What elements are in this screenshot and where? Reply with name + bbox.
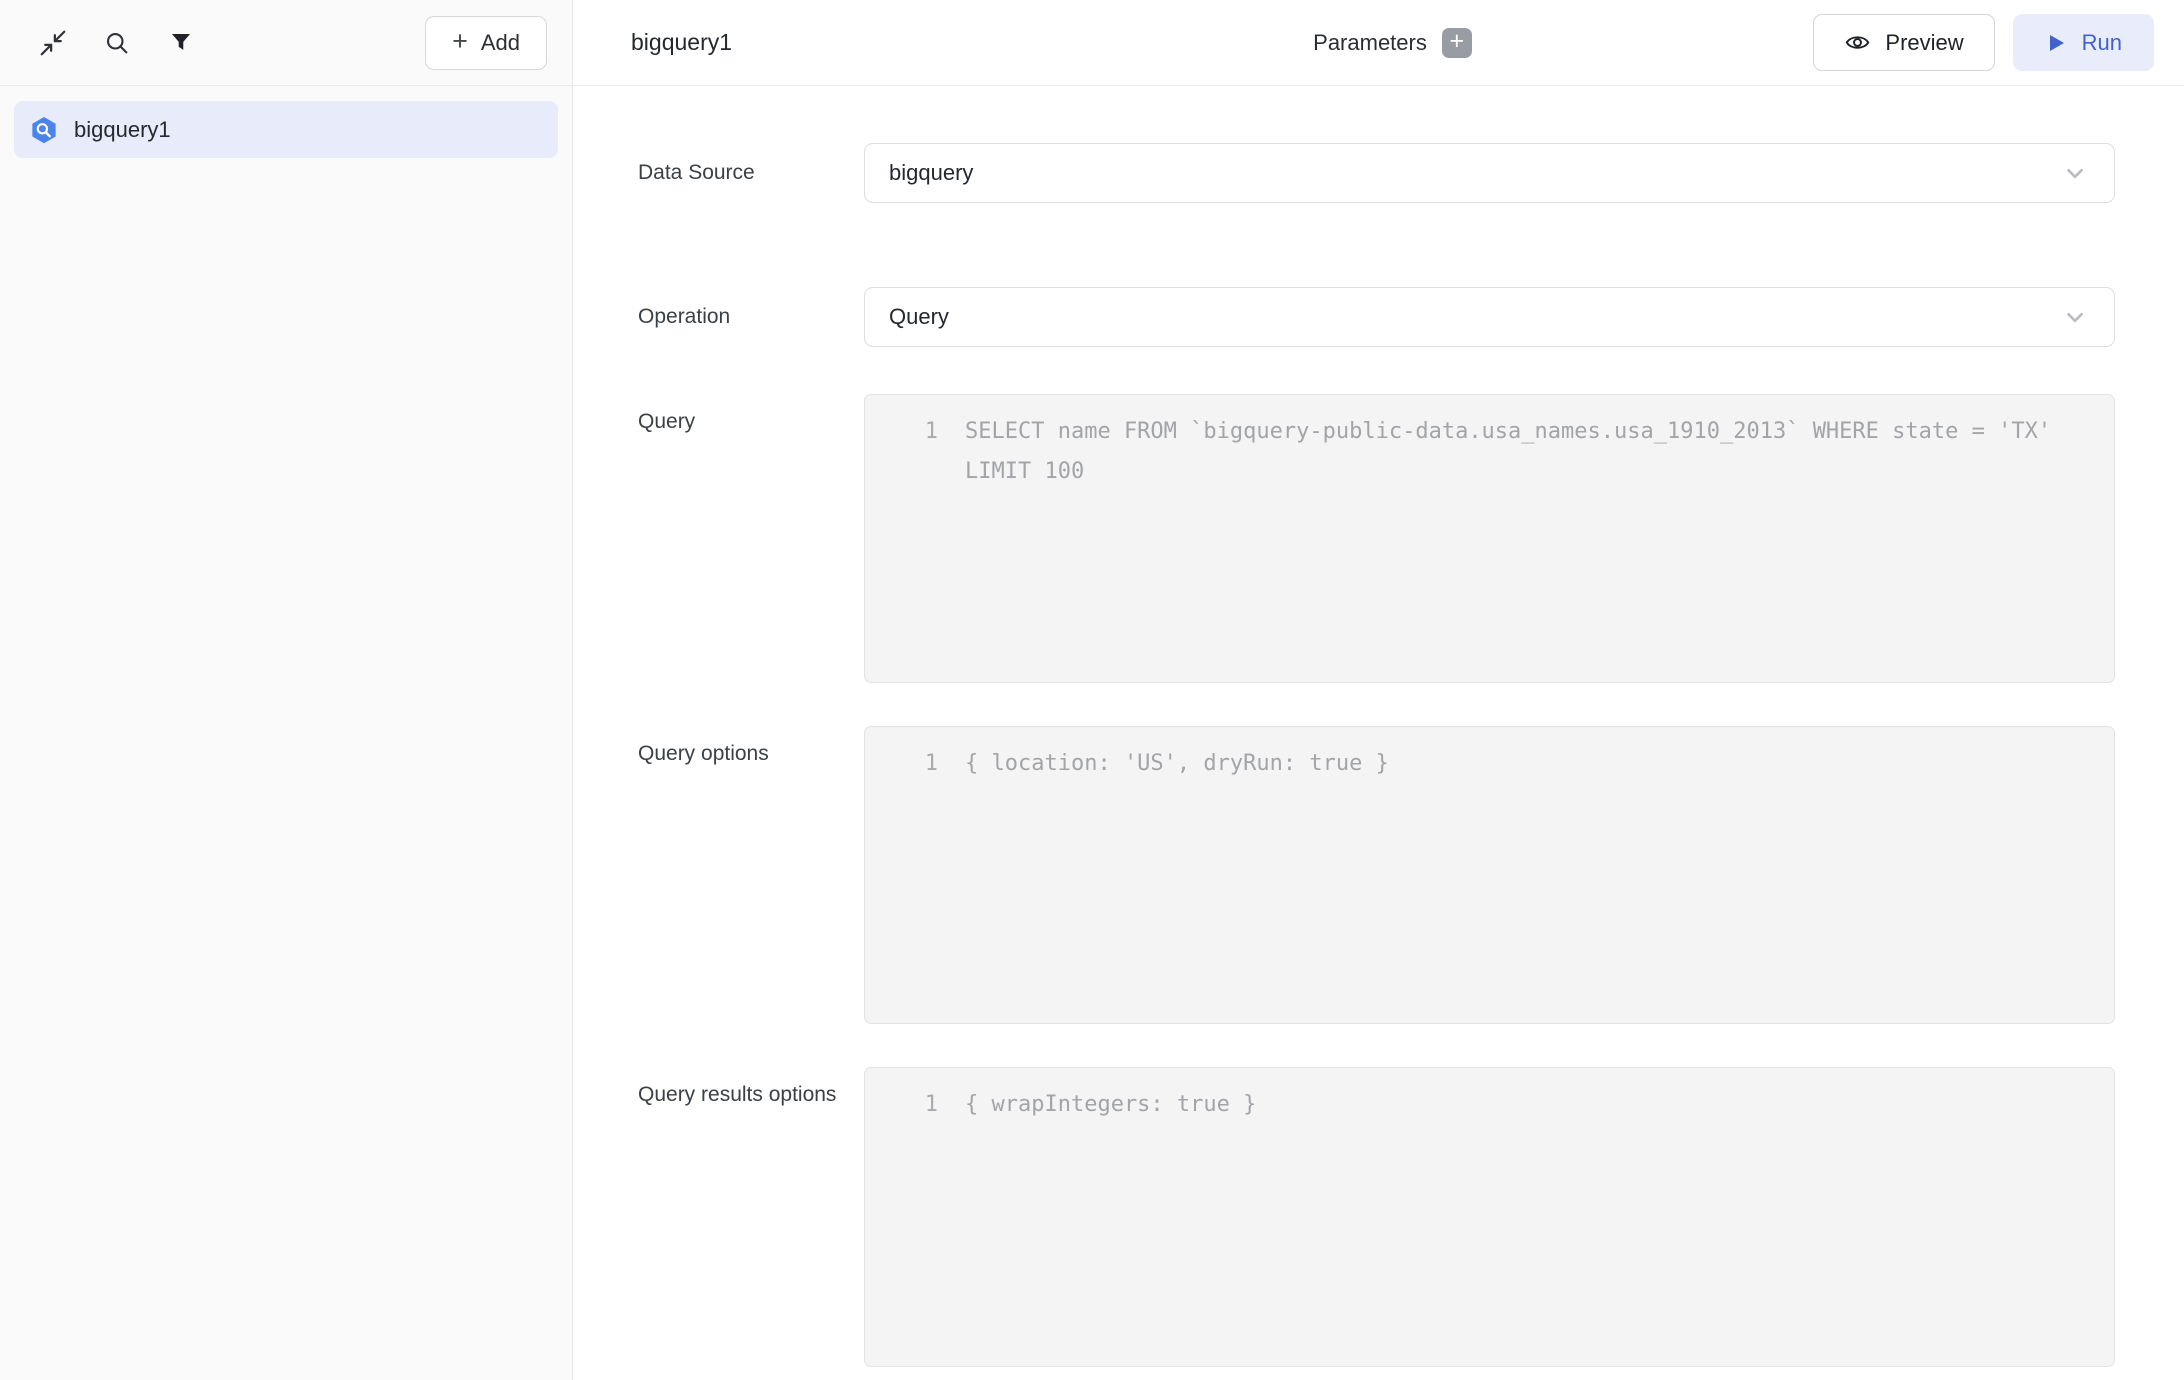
run-button[interactable]: Run [2013, 14, 2154, 71]
plus-icon: + [452, 28, 468, 55]
line-number: 1 [865, 744, 938, 1006]
play-icon [2045, 32, 2067, 54]
query-results-options-row: Query results options 1 { wrapIntegers: … [638, 1067, 2184, 1367]
parameters-label: Parameters [1313, 30, 1427, 56]
query-options-row: Query options 1 { location: 'US', dryRun… [638, 726, 2184, 1024]
add-button-label: Add [481, 30, 520, 56]
query-code-editor[interactable]: 1 SELECT name FROM `bigquery-public-data… [864, 394, 2115, 683]
operation-select[interactable]: Query [864, 287, 2115, 347]
data-source-value: bigquery [889, 160, 973, 186]
add-parameter-button[interactable]: + [1442, 28, 1472, 58]
query-main-panel: bigquery1 Parameters + Preview [573, 0, 2184, 1380]
query-results-options-label: Query results options [638, 1067, 864, 1115]
preview-button-label: Preview [1885, 30, 1963, 56]
query-title: bigquery1 [631, 29, 732, 56]
preview-button[interactable]: Preview [1813, 14, 1994, 71]
data-source-row: Data Source bigquery [638, 143, 2184, 203]
list-item-bigquery1[interactable]: bigquery1 [14, 101, 558, 158]
data-source-select[interactable]: bigquery [864, 143, 2115, 203]
line-number: 1 [865, 412, 938, 665]
collapse-arrows-icon [38, 28, 68, 58]
run-button-label: Run [2082, 30, 2122, 56]
query-results-options-code-editor[interactable]: 1 { wrapIntegers: true } [864, 1067, 2115, 1367]
query-editor-app: + Add bigquery1 bigquery1 [0, 0, 2184, 1380]
collapse-panel-button[interactable] [30, 20, 76, 66]
filter-button[interactable] [158, 20, 204, 66]
parameters-group: Parameters + [1139, 28, 1647, 58]
add-query-button[interactable]: + Add [425, 16, 547, 70]
query-sidebar: + Add bigquery1 [0, 0, 573, 1380]
header-left: bigquery1 [631, 29, 1139, 56]
sidebar-toolbar: + Add [0, 0, 572, 86]
query-form: Data Source bigquery Operation Query [573, 86, 2184, 1380]
bigquery-icon [29, 115, 59, 145]
operation-label: Operation [638, 297, 864, 337]
query-list: bigquery1 [0, 86, 572, 173]
operation-value: Query [889, 304, 949, 330]
chevron-down-icon [2062, 160, 2088, 186]
query-results-options-placeholder-text: { wrapIntegers: true } [965, 1085, 2092, 1349]
query-options-placeholder-text: { location: 'US', dryRun: true } [965, 744, 2092, 1006]
query-options-label: Query options [638, 726, 864, 774]
query-header: bigquery1 Parameters + Preview [573, 0, 2184, 86]
query-item-label: bigquery1 [74, 117, 171, 143]
eye-icon [1844, 29, 1871, 56]
chevron-down-icon [2062, 304, 2088, 330]
search-icon [103, 29, 131, 57]
query-label: Query [638, 394, 864, 442]
search-button[interactable] [94, 20, 140, 66]
query-placeholder-text: SELECT name FROM `bigquery-public-data.u… [965, 412, 2092, 665]
data-source-label: Data Source [638, 153, 864, 193]
query-options-code-editor[interactable]: 1 { location: 'US', dryRun: true } [864, 726, 2115, 1024]
plus-icon: + [1450, 29, 1465, 54]
filter-funnel-icon [169, 31, 193, 55]
header-actions: Preview Run [1646, 14, 2154, 71]
operation-row: Operation Query [638, 287, 2184, 347]
query-row: Query 1 SELECT name FROM `bigquery-publi… [638, 394, 2184, 683]
line-number: 1 [865, 1085, 938, 1349]
